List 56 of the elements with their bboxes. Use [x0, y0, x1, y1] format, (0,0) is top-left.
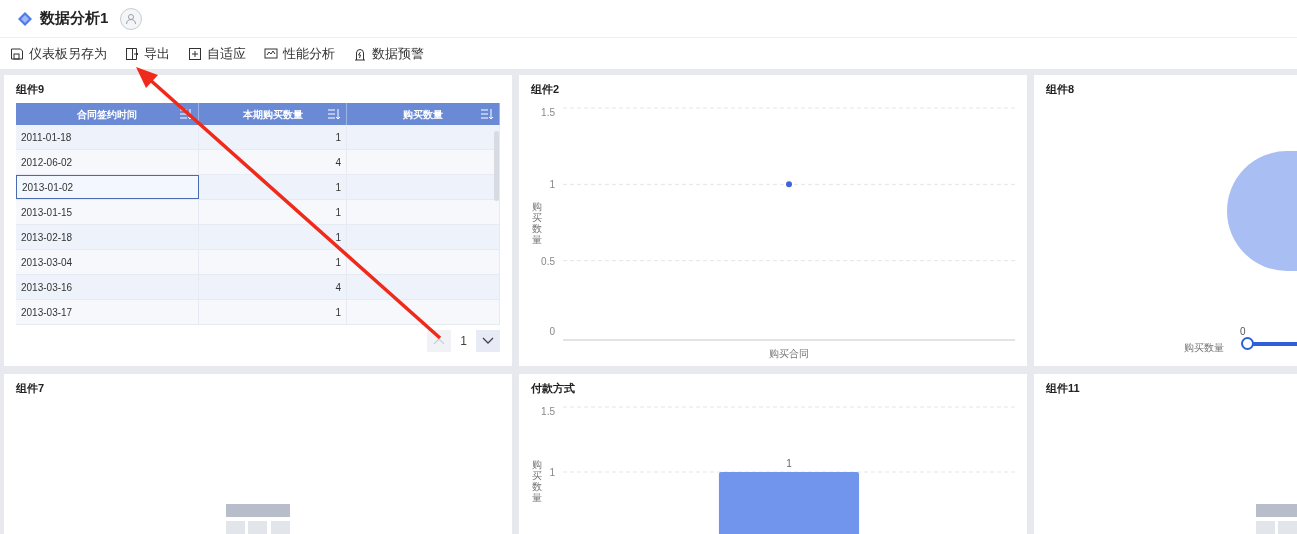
table-cell: 1 [199, 125, 347, 149]
diamond-logo-icon [18, 11, 32, 26]
table-cell: 2012-06-02 [16, 150, 199, 174]
slider-min-label: 0 [1240, 325, 1246, 339]
widget-title: 组件7 [15, 381, 46, 396]
sort-icon[interactable] [481, 109, 493, 119]
dashboard-title: 数据分析1 [40, 8, 109, 29]
chevron-up-icon [433, 337, 446, 345]
chevron-down-icon [482, 337, 494, 345]
widget-title: 组件8 [1045, 82, 1076, 97]
toolbar-button[interactable]: 自适应 [188, 43, 246, 64]
table-cell: 1 [199, 300, 347, 324]
y-tick-label: 1 [549, 467, 555, 478]
sort-icon[interactable] [328, 109, 340, 119]
table-cell: 2013-03-16 [16, 275, 199, 299]
user-avatar[interactable] [120, 7, 143, 30]
table-cell: 2013-03-04 [16, 250, 199, 274]
page-number: 1 [459, 333, 468, 350]
table-cell: 4 [199, 275, 347, 299]
alarm-icon [353, 46, 367, 61]
bar-value-label: 1 [786, 458, 792, 469]
sort-icon[interactable] [180, 109, 192, 119]
table-cell: 4 [199, 150, 347, 174]
table-cell: 1 [199, 225, 347, 249]
y-tick-label: 0.5 [541, 255, 555, 267]
scrollbar-thumb[interactable] [494, 131, 499, 201]
slider-handle[interactable] [1241, 337, 1254, 350]
y-axis-title: 购买数量 [532, 459, 542, 503]
widget-title: 组件11 [1045, 381, 1081, 396]
table-cell: 1 [199, 175, 347, 199]
table-cell: 2013-02-18 [16, 225, 199, 249]
save-icon [10, 46, 24, 61]
widget-title: 组件2 [530, 82, 561, 97]
toolbar-button[interactable]: 数据预警 [353, 43, 424, 64]
widget-title: 付款方式 [530, 381, 576, 396]
empty-table-drawing [226, 504, 290, 534]
y-tick-label: 0 [549, 326, 555, 337]
toolbar-button[interactable]: 仪表板另存为 [10, 43, 107, 64]
table-cell: 2013-03-17 [16, 300, 199, 324]
table-cell: 1 [199, 250, 347, 274]
table-cell: 2011-01-18 [16, 125, 199, 149]
x-axis-title: 购买合同 [769, 348, 809, 359]
next-page-button[interactable] [476, 330, 500, 352]
toolbar-button[interactable]: 导出 [125, 43, 170, 64]
y-axis-title: 购买数量 [532, 201, 542, 245]
legend-label: 购买数量 [1184, 341, 1224, 355]
table-cell: 2013-01-02 [16, 175, 199, 199]
y-tick-label: 1.5 [541, 406, 555, 417]
export-icon [125, 46, 139, 61]
chart-icon [264, 46, 278, 61]
toolbar-button[interactable]: 性能分析 [264, 43, 335, 64]
y-tick-label: 1 [549, 179, 555, 191]
y-tick-label: 1.5 [541, 107, 555, 118]
widget-title: 组件9 [15, 82, 46, 97]
table-cell: 2013-01-15 [16, 200, 199, 224]
table-cell: 1 [199, 200, 347, 224]
